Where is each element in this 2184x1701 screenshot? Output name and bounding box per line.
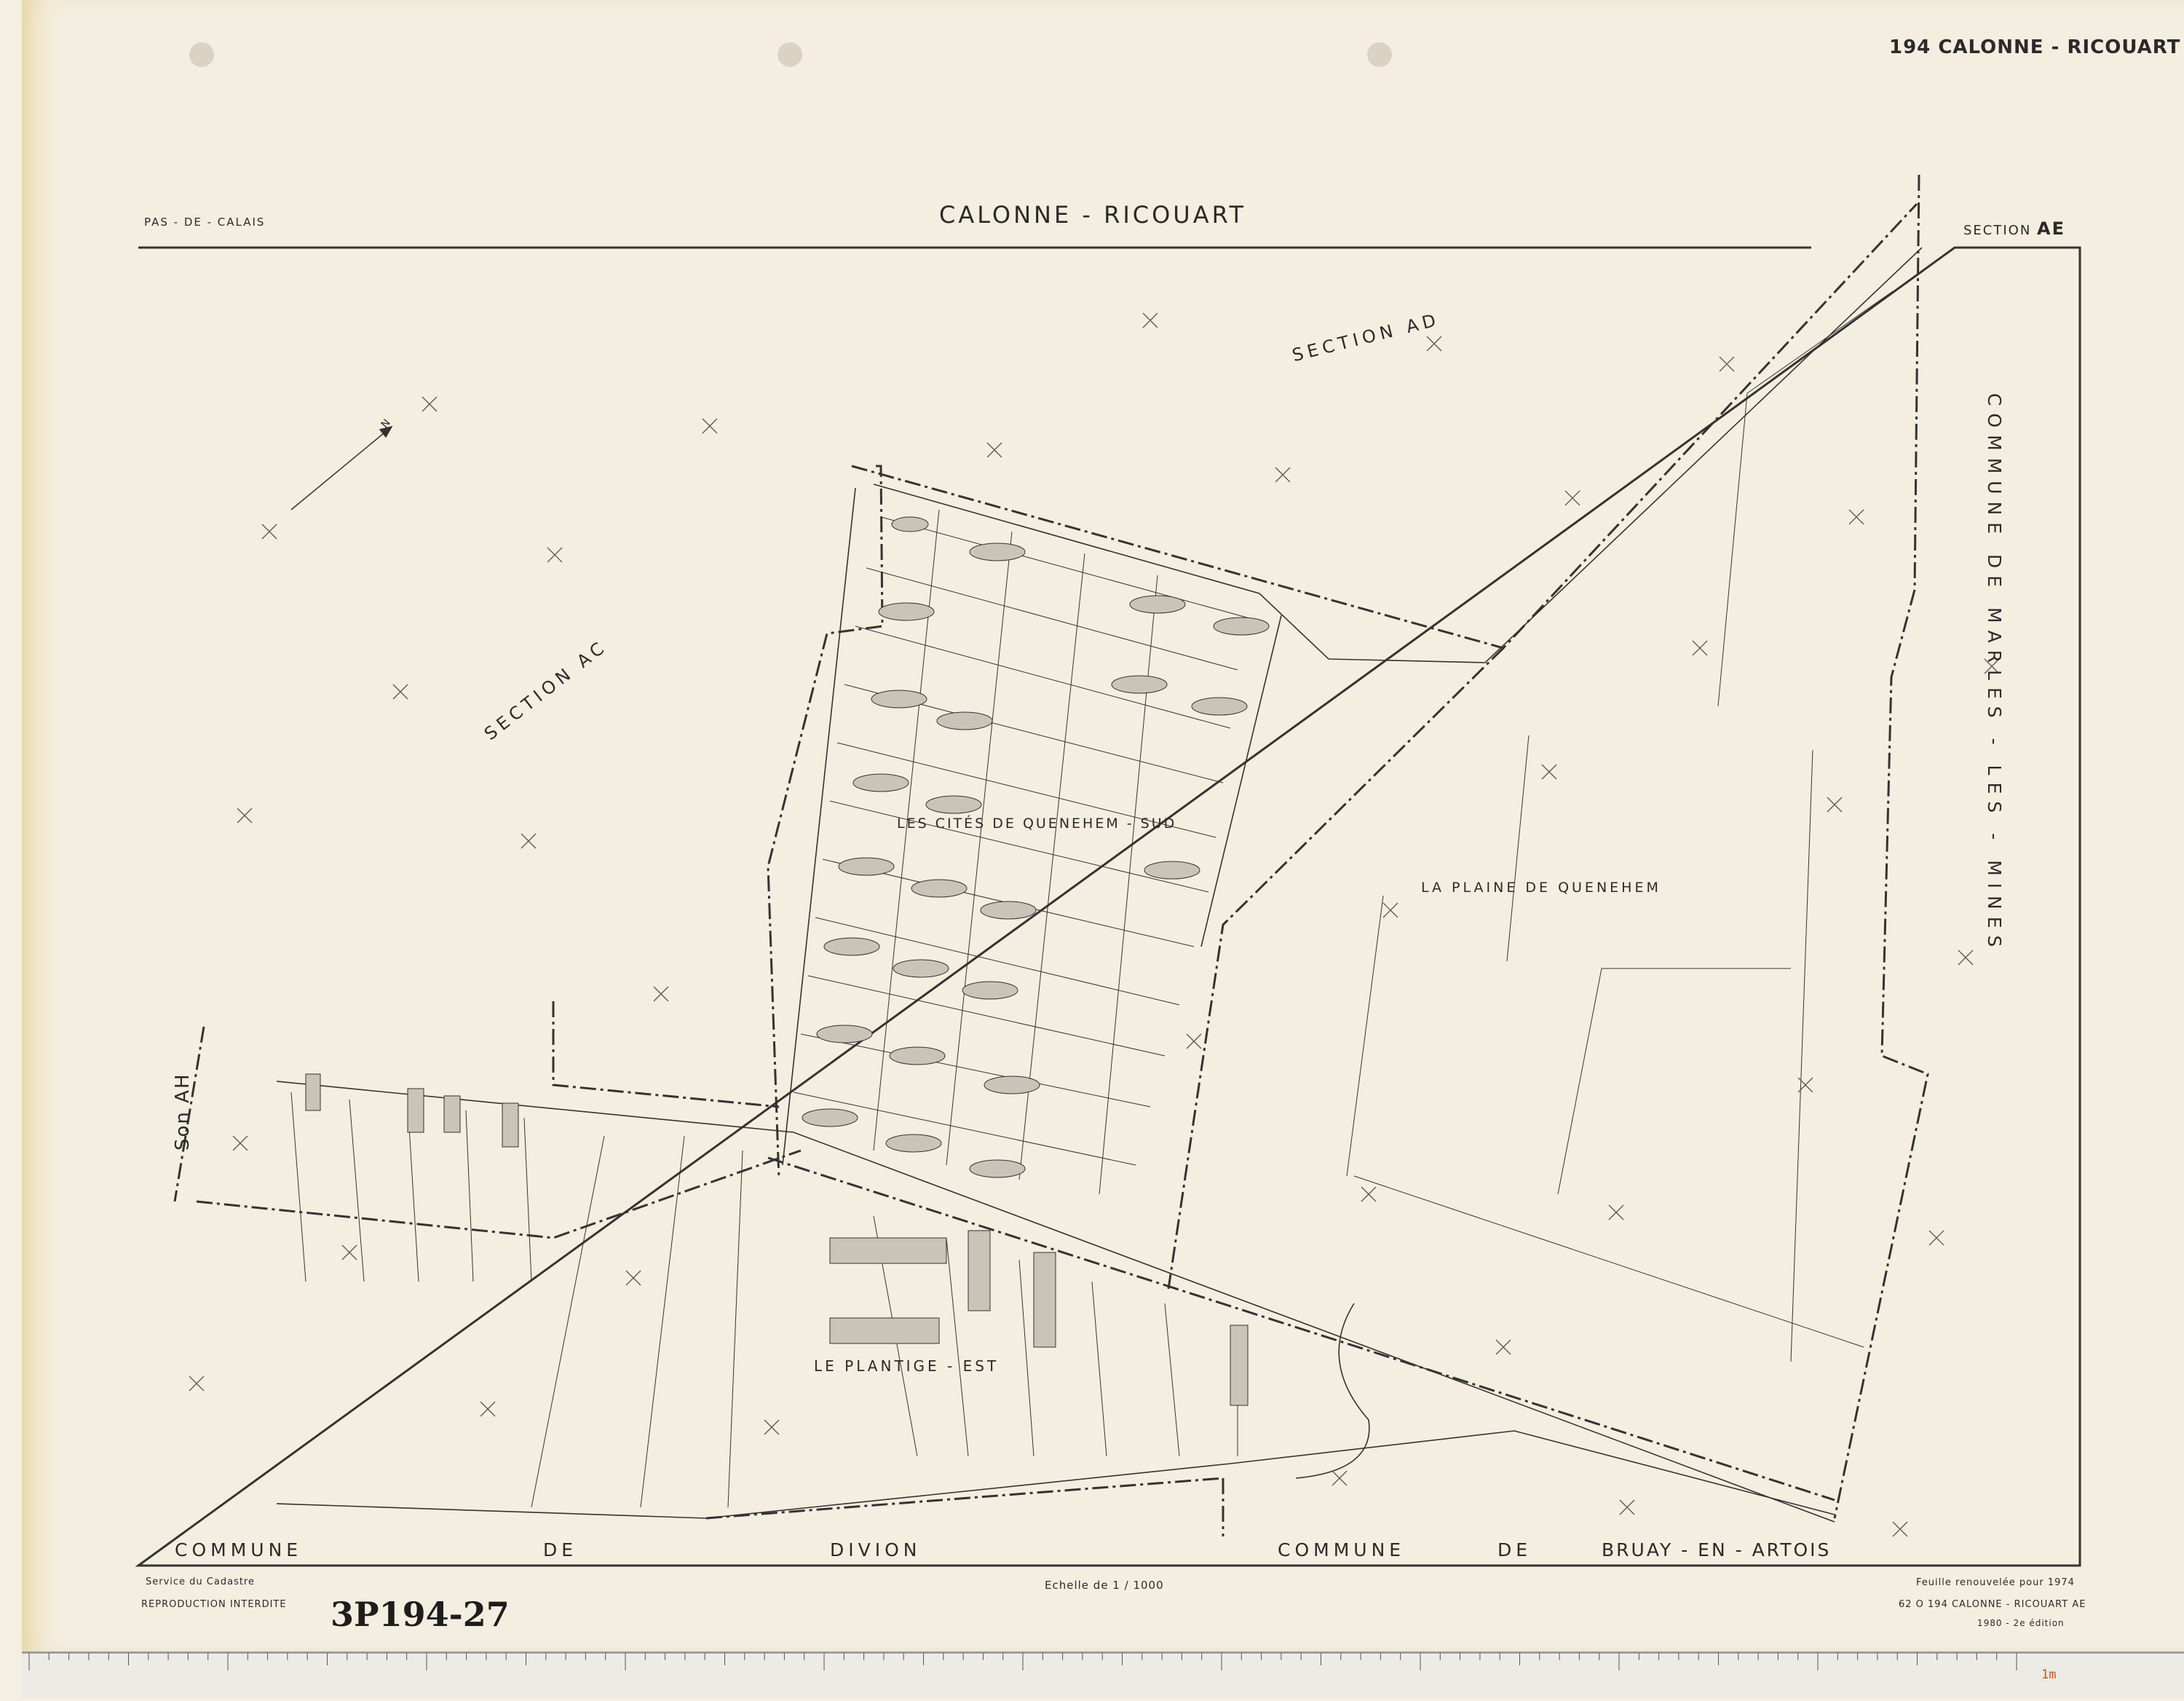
ruler-scale <box>22 1652 2184 1670</box>
scale-label: Echelle de 1 / 1000 <box>1045 1579 1164 1592</box>
bottom-de-1: DE <box>543 1539 578 1560</box>
cadastral-map <box>135 174 2081 1567</box>
measuring-ruler: 1m <box>22 1651 2184 1698</box>
bottom-de-2: DE <box>1497 1539 1532 1560</box>
service-label: Service du Cadastre <box>146 1576 255 1587</box>
grid-crosses <box>189 312 2000 1537</box>
place-plaine-quenehem: LA PLAINE DE QUENEHEM <box>1421 880 1661 896</box>
sheet-code-label: 62 O 194 CALONNE - RICOUART AE <box>1899 1599 2086 1610</box>
bottom-divion: DIVION <box>830 1539 922 1560</box>
place-plantige-est: LE PLANTIGE - EST <box>814 1357 1000 1375</box>
map-frame <box>135 246 2081 1567</box>
roads <box>276 247 1923 1523</box>
renewed-label: Feuille renouvelée pour 1974 <box>1916 1577 2075 1588</box>
right-border-label: COMMUNE DE MARLES - LES - MINES <box>1984 393 2005 955</box>
handwritten-reference: 3P194-27 <box>331 1595 510 1634</box>
reproduction-label: REPRODUCTION INTERDITE <box>141 1599 287 1610</box>
edition-label: 1980 - 2e édition <box>1977 1618 2065 1628</box>
ruler-end-label: 1m <box>2041 1668 2057 1682</box>
north-arrow <box>290 425 393 510</box>
bottom-bruay: BRUAY - EN - ARTOIS <box>1602 1539 1832 1560</box>
bottom-commune-1: COMMUNE <box>175 1539 303 1560</box>
bottom-commune-2: COMMUNE <box>1278 1539 1406 1560</box>
section-ah-label: Son AH <box>172 1073 194 1151</box>
parcel-lines <box>290 291 1894 1508</box>
place-cites-quenehem-sud: LES CITÉS DE QUENEHEM - SUD <box>897 816 1177 832</box>
